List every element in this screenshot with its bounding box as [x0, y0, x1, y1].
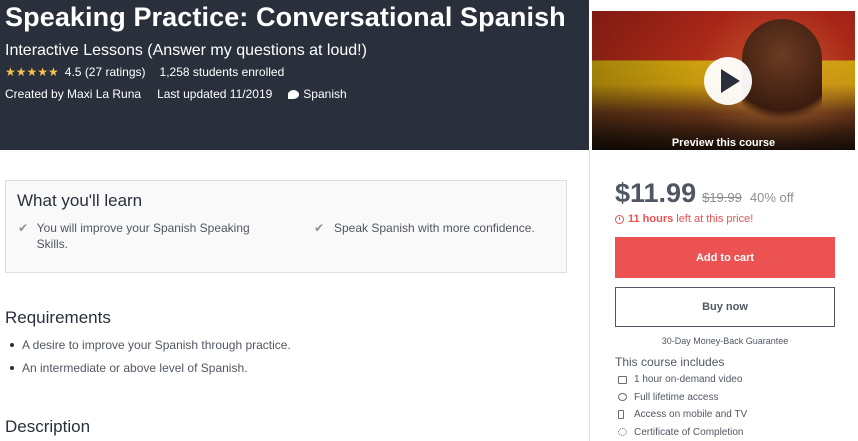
- rating-row: ★★★★★ 4.5 (27 ratings) 1,258 students en…: [5, 65, 284, 79]
- course-meta: Created by Maxi La Runa Last updated 11/…: [5, 87, 347, 101]
- course-subtitle: Interactive Lessons (Answer my questions…: [5, 42, 367, 59]
- learn-item-text: Speak Spanish with more confidence.: [334, 221, 535, 235]
- money-back-guarantee: 30-Day Money-Back Guarantee: [661, 336, 789, 346]
- infinity-icon: [618, 393, 627, 402]
- bullet-icon: [10, 365, 14, 370]
- includes-list: 1 hour on-demand video Full lifetime acc…: [618, 371, 747, 441]
- list-item: 1 hour on-demand video: [618, 371, 747, 389]
- star-rating-icon: ★★★★★: [5, 65, 59, 79]
- include-text: Full lifetime access: [634, 391, 719, 403]
- requirement-text: An intermediate or above level of Spanis…: [22, 360, 248, 375]
- preview-label[interactable]: Preview this course: [592, 137, 855, 149]
- last-updated: Last updated 11/2019: [157, 87, 273, 101]
- original-price: $19.99: [702, 190, 742, 205]
- timer-text: left at this price!: [676, 213, 754, 225]
- learn-item-text: You will improve your Spanish Speaking S…: [36, 221, 250, 251]
- list-item: A desire to improve your Spanish through…: [5, 333, 291, 356]
- list-item: An intermediate or above level of Spanis…: [5, 356, 291, 379]
- what-you-will-learn: What you'll learn ✔ You will improve you…: [5, 180, 567, 273]
- discount-percent: 40% off: [749, 190, 794, 205]
- current-price: $11.99: [615, 178, 697, 208]
- list-item: Certificate of Completion: [618, 424, 747, 441]
- alarm-clock-icon: [615, 214, 624, 224]
- list-item: Access on mobile and TV: [618, 406, 747, 424]
- discount-timer: 11 hours left at this price!: [615, 213, 753, 225]
- include-text: Certificate of Completion: [634, 426, 744, 438]
- course-language: Spanish: [303, 87, 347, 101]
- speech-bubble-icon: [288, 89, 300, 99]
- includes-title: This course includes: [615, 355, 725, 369]
- requirements-title: Requirements: [5, 308, 111, 327]
- learn-title: What you'll learn: [17, 191, 143, 210]
- list-item: Full lifetime access: [618, 389, 747, 407]
- add-to-cart-button[interactable]: Add to cart: [615, 237, 835, 278]
- students-enrolled: 1,258 students enrolled: [159, 65, 285, 79]
- rating-text[interactable]: 4.5 (27 ratings): [65, 65, 146, 79]
- video-icon: [618, 375, 627, 384]
- requirements-list: A desire to improve your Spanish through…: [5, 333, 291, 379]
- learn-item: ✔ You will improve your Spanish Speaking…: [18, 220, 268, 252]
- include-text: 1 hour on-demand video: [634, 374, 743, 386]
- play-icon[interactable]: [704, 57, 752, 105]
- course-preview-video[interactable]: Preview this course: [590, 9, 857, 159]
- mobile-icon: [618, 410, 624, 420]
- bullet-icon: [10, 342, 14, 347]
- check-icon: ✔: [18, 221, 29, 235]
- learn-item: ✔ Speak Spanish with more confidence.: [314, 220, 554, 236]
- check-icon: ✔: [314, 221, 325, 235]
- include-text: Access on mobile and TV: [634, 409, 748, 421]
- timer-hours: 11 hours: [628, 213, 674, 225]
- description-title: Description: [5, 417, 91, 436]
- course-title: Speaking Practice: Conversational Spanis…: [5, 2, 566, 32]
- instructor-link[interactable]: Created by Maxi La Runa: [5, 87, 141, 101]
- price-row: $11.99 $19.99 40% off: [615, 178, 794, 209]
- buy-now-button[interactable]: Buy now: [615, 287, 835, 327]
- purchase-sidebar: $11.99 $19.99 40% off 11 hours left at t…: [589, 150, 858, 441]
- certificate-icon: [618, 428, 627, 437]
- course-header: Speaking Practice: Conversational Spanis…: [0, 0, 589, 150]
- requirement-text: A desire to improve your Spanish through…: [22, 337, 291, 352]
